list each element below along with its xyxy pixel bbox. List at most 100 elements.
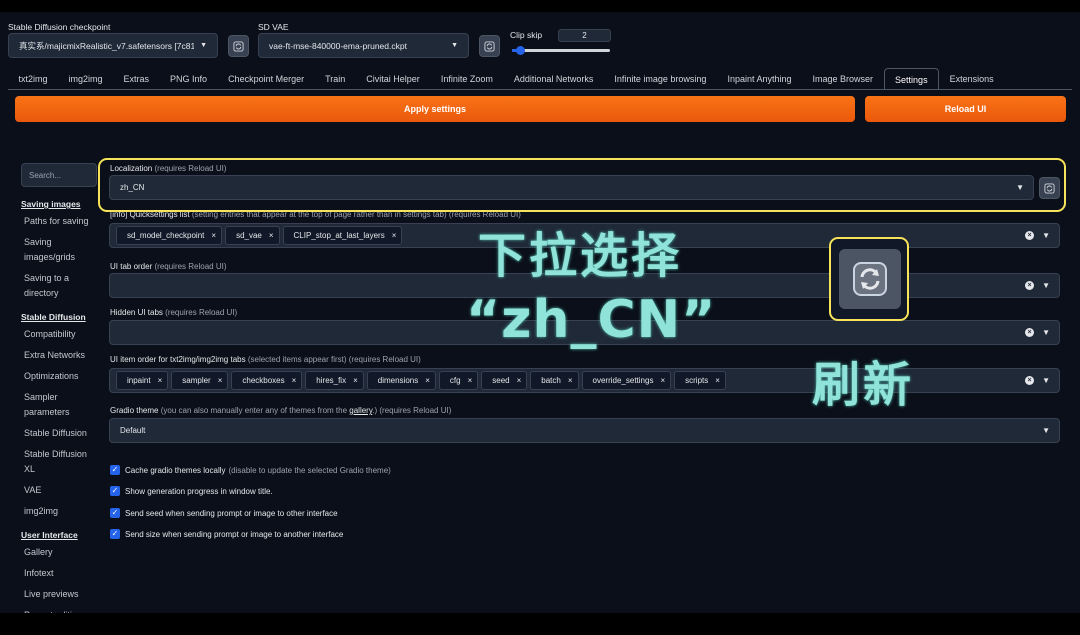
sidebar-item-infotext[interactable]: Infotext	[21, 563, 99, 584]
chip-hires-fix[interactable]: hires_fix ×	[305, 371, 364, 390]
sidebar-item-sampler-parameters[interactable]: Sampler parameters	[21, 387, 99, 423]
gallery-link[interactable]: gallery	[349, 406, 372, 415]
gradio-theme-label-sub: (you can also manually enter any of them…	[160, 406, 348, 415]
tab-img2img[interactable]: img2img	[58, 68, 113, 90]
sidebar-item-stable-diffusion[interactable]: Stable Diffusion	[21, 423, 99, 444]
sidebar-item-saving-images-grids[interactable]: Saving images/grids	[21, 232, 99, 268]
gradio-theme-dropdown[interactable]: Default ▼	[109, 418, 1060, 443]
chip-sampler[interactable]: sampler ×	[171, 371, 229, 390]
chip-dimensions[interactable]: dimensions ×	[366, 371, 436, 390]
tab-png-info[interactable]: PNG Info	[160, 68, 218, 90]
tab-infinite-zoom[interactable]: Infinite Zoom	[430, 68, 503, 90]
clip-skip-slider[interactable]	[512, 46, 610, 55]
checkbox-label: Cache gradio themes locally	[125, 465, 226, 475]
overlay-instruction-line1: 下拉选择	[478, 228, 683, 284]
sidebar-item-img2img[interactable]: img2img	[21, 501, 99, 522]
gradio-theme-label-text: Gradio theme	[110, 406, 159, 415]
remove-chip-icon[interactable]: ×	[517, 376, 522, 385]
chevron-down-icon: ▼	[1042, 426, 1050, 435]
remove-chip-icon[interactable]: ×	[269, 231, 274, 240]
remove-chip-icon[interactable]: ×	[468, 376, 473, 385]
checkbox-row[interactable]: ✓ Show generation progress in window titl…	[110, 486, 273, 496]
clip-skip-input[interactable]: 2	[558, 29, 611, 42]
chip-label: seed	[492, 376, 510, 385]
item-order-multiselect[interactable]: inpaint × sampler × checkboxes × hires_fix × dim…	[109, 368, 1060, 393]
sidebar-item-gallery[interactable]: Gallery	[21, 542, 99, 563]
remove-chip-icon[interactable]: ×	[392, 231, 397, 240]
sidebar-section-stable-diffusion[interactable]: Stable Diffusion	[21, 310, 99, 324]
tab-image-browser[interactable]: Image Browser	[802, 68, 884, 90]
remove-chip-icon[interactable]: ×	[660, 376, 665, 385]
checkbox-row[interactable]: ✓ Send seed when sending prompt or image …	[110, 508, 338, 518]
remove-chip-icon[interactable]: ×	[425, 376, 430, 385]
clear-icon[interactable]: ×	[1025, 376, 1035, 385]
chip-override-settings[interactable]: override_settings ×	[581, 371, 672, 390]
chevron-down-icon[interactable]: ▼	[1042, 231, 1050, 240]
sidebar-item-live-previews[interactable]: Live previews	[21, 584, 99, 605]
sidebar-item-prompt-editing[interactable]: Prompt editing	[21, 605, 99, 613]
vae-label: SD VAE	[258, 22, 289, 32]
checkbox[interactable]: ✓	[110, 465, 120, 475]
refresh-icon	[853, 262, 887, 296]
tab-extras[interactable]: Extras	[113, 68, 160, 90]
clear-icon[interactable]: ×	[1025, 328, 1035, 337]
refresh-vae-button[interactable]	[479, 35, 500, 57]
tab-additional-networks[interactable]: Additional Networks	[503, 68, 604, 90]
reload-ui-button[interactable]: Reload UI	[865, 96, 1066, 122]
tab-txt2img[interactable]: txt2img	[8, 68, 58, 90]
vae-dropdown[interactable]: vae-ft-mse-840000-ema-pruned.ckpt ▼	[258, 33, 469, 58]
chip-sd-vae[interactable]: sd_vae ×	[225, 226, 280, 245]
tab-inpaint-anything[interactable]: Inpaint Anything	[717, 68, 802, 90]
tab-settings[interactable]: Settings	[883, 68, 940, 90]
apply-settings-button[interactable]: Apply settings	[15, 96, 855, 122]
checkbox[interactable]: ✓	[110, 486, 120, 496]
tab-civitai-helper[interactable]: Civitai Helper	[356, 68, 431, 90]
chip-clip-stop-at-last-layers[interactable]: CLIP_stop_at_last_layers ×	[282, 226, 403, 245]
tab-train[interactable]: Train	[315, 68, 356, 90]
chevron-down-icon[interactable]: ▼	[1042, 328, 1050, 337]
checkbox-row[interactable]: ✓ Cache gradio themes locally (disable to …	[110, 465, 391, 475]
remove-chip-icon[interactable]: ×	[218, 376, 223, 385]
chevron-down-icon[interactable]: ▼	[1042, 281, 1050, 290]
sidebar-item-vae[interactable]: VAE	[21, 480, 99, 501]
tab-divider	[8, 89, 1072, 90]
sidebar-item-optimizations[interactable]: Optimizations	[21, 366, 99, 387]
chip-sd-model-checkpoint[interactable]: sd_model_checkpoint ×	[116, 226, 223, 245]
clear-icon[interactable]: ×	[1025, 231, 1035, 240]
clip-skip-slider-thumb[interactable]	[515, 46, 525, 55]
chip-inpaint[interactable]: inpaint ×	[116, 371, 169, 390]
sidebar-item-compatibility[interactable]: Compatibility	[21, 324, 99, 345]
checkpoint-dropdown[interactable]: 真实系/majicmixRealistic_v7.safetensors [7c…	[8, 33, 218, 58]
remove-chip-icon[interactable]: ×	[715, 376, 720, 385]
hidden-tabs-label-sub: (requires Reload UI)	[165, 308, 238, 317]
checkbox[interactable]: ✓	[110, 508, 120, 518]
tab-infinite-image-browsing[interactable]: Infinite image browsing	[604, 68, 717, 90]
chevron-down-icon[interactable]: ▼	[1042, 376, 1050, 385]
sidebar-section-user-interface[interactable]: User Interface	[21, 528, 99, 542]
remove-chip-icon[interactable]: ×	[158, 376, 163, 385]
remove-chip-icon[interactable]: ×	[568, 376, 573, 385]
chip-scripts[interactable]: scripts ×	[674, 371, 726, 390]
settings-search-input[interactable]: Search...	[21, 163, 97, 187]
sidebar-section-saving-images[interactable]: Saving images	[21, 197, 99, 211]
overlay-refresh-label: 刷新	[812, 357, 915, 413]
sidebar-item-paths-for-saving[interactable]: Paths for saving	[21, 211, 99, 232]
checkbox[interactable]: ✓	[110, 529, 120, 539]
refresh-checkpoint-button[interactable]	[228, 35, 249, 57]
checkbox-row[interactable]: ✓ Send size when sending prompt or image …	[110, 529, 343, 539]
hidden-tabs-label: Hidden UI tabs (requires Reload UI)	[110, 308, 237, 317]
chip-cfg[interactable]: cfg ×	[438, 371, 479, 390]
chip-checkboxes[interactable]: checkboxes ×	[231, 371, 303, 390]
tab-checkpoint-merger[interactable]: Checkpoint Merger	[218, 68, 315, 90]
sidebar-item-extra-networks[interactable]: Extra Networks	[21, 345, 99, 366]
clear-icon[interactable]: ×	[1025, 281, 1035, 290]
sidebar-item-stable-diffusion-xl[interactable]: Stable Diffusion XL	[21, 444, 99, 480]
tab-extensions[interactable]: Extensions	[939, 68, 1004, 90]
remove-chip-icon[interactable]: ×	[292, 376, 297, 385]
chip-batch[interactable]: batch ×	[530, 371, 579, 390]
sidebar-item-saving-to-a-directory[interactable]: Saving to a directory	[21, 268, 99, 304]
remove-chip-icon[interactable]: ×	[353, 376, 358, 385]
chip-label: cfg	[449, 376, 461, 385]
remove-chip-icon[interactable]: ×	[211, 231, 216, 240]
chip-seed[interactable]: seed ×	[481, 371, 528, 390]
